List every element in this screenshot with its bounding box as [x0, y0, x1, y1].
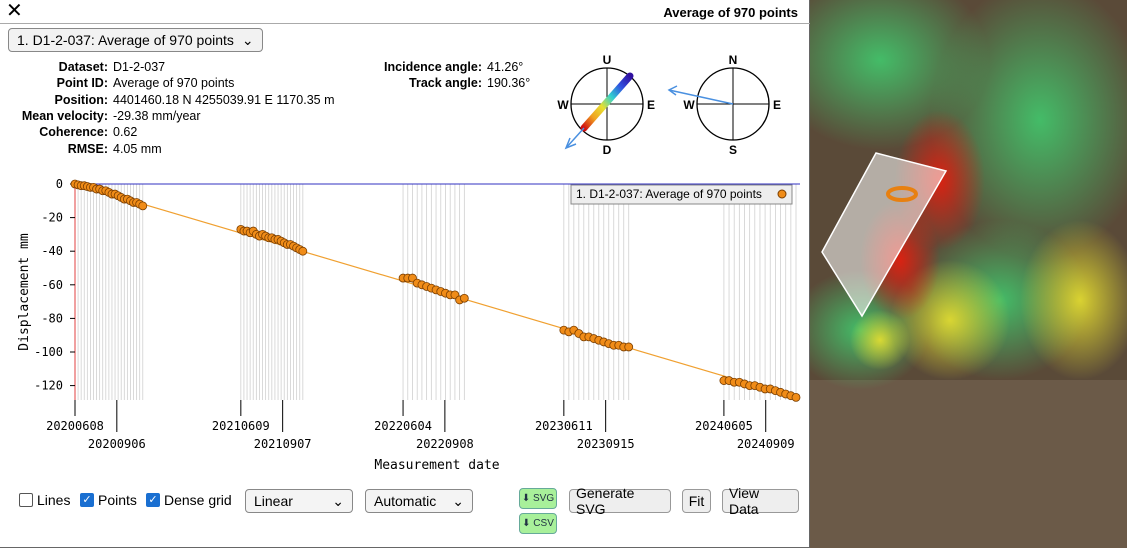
- chart-legend: 1. D1-2-037: Average of 970 points: [570, 184, 793, 205]
- compass-east-label: E: [647, 98, 655, 112]
- legend-label: 1. D1-2-037: Average of 970 points: [576, 187, 762, 201]
- track-label: Track angle:: [409, 76, 482, 90]
- chart-controls: Lines ✓ Points ✓ Dense grid Linear ⌄ Aut…: [0, 485, 810, 546]
- lines-checkbox[interactable]: Lines: [19, 492, 70, 508]
- chevron-down-icon: ⌄: [241, 31, 254, 48]
- track-value: 190.36°: [487, 76, 531, 90]
- points-checkbox-box[interactable]: ✓: [80, 493, 94, 507]
- compass-west-label: W: [557, 98, 569, 112]
- scale-select-value: Linear: [254, 493, 293, 509]
- x-ticks: 20200608 20200906 20210609 20210907 20220604…: [46, 400, 795, 451]
- geometry-info: Incidence angle: 41.26° Track angle: 190…: [0, 60, 570, 100]
- x-tick-label: 20210609: [212, 419, 270, 433]
- x-tick-label: 20240909: [737, 437, 795, 451]
- x-tick-label: 20200608: [46, 419, 104, 433]
- x-tick-label: 20230915: [577, 437, 635, 451]
- coherence-value: 0.62: [113, 125, 138, 139]
- compass-west-label-2: W: [683, 98, 695, 112]
- view-data-button[interactable]: View Data: [722, 485, 799, 517]
- points-checkbox-label: Points: [98, 492, 137, 508]
- data-points: [70, 179, 801, 402]
- compass-north-label: N: [729, 53, 738, 67]
- y-tick-label: -60: [41, 278, 63, 292]
- close-icon[interactable]: ✕: [6, 1, 23, 21]
- rmse-value: 4.05 mm: [113, 142, 162, 156]
- point-info-panel: ✕ Average of 970 points 1. D1-2-037: Ave…: [0, 0, 810, 548]
- point-select[interactable]: 1. D1-2-037: Average of 970 points ⌄: [8, 28, 263, 52]
- data-point: [624, 342, 634, 352]
- vertical-compass: U D W E: [557, 53, 655, 157]
- look-direction-compasses: U D W E N S W E: [557, 53, 781, 157]
- y-tick-label: 0: [56, 177, 63, 191]
- y-ticks: 0 -20 -40 -60 -80 -100 -120: [34, 177, 75, 393]
- coherence-label: Coherence:: [39, 125, 108, 139]
- compass-down-label: D: [603, 143, 612, 157]
- data-point: [298, 246, 308, 256]
- chevron-down-icon: ⌄: [332, 492, 344, 509]
- y-tick-label: -100: [34, 345, 63, 359]
- y-axis-label: Displacement mm: [17, 233, 32, 351]
- points-checkbox[interactable]: ✓ Points: [80, 492, 137, 508]
- velocity-value: -29.38 mm/year: [113, 109, 201, 123]
- compass-up-label: U: [603, 53, 612, 67]
- scale-select[interactable]: Linear ⌄: [245, 489, 353, 513]
- y-tick-label: -80: [41, 311, 63, 325]
- window-title: Average of 970 points: [663, 5, 798, 20]
- download-csv-button[interactable]: ⬇ CSV: [519, 513, 557, 534]
- data-point: [459, 293, 469, 303]
- x-tick-label: 20210907: [254, 437, 312, 451]
- y-tick-label: -40: [41, 244, 63, 258]
- x-tick-label: 20240605: [695, 419, 753, 433]
- x-tick-label: 20220604: [374, 419, 432, 433]
- compass-south-label: S: [729, 143, 737, 157]
- title-bar: ✕ Average of 970 points: [0, 0, 810, 24]
- y-tick-label: -120: [34, 379, 63, 393]
- point-select-value: 1. D1-2-037: Average of 970 points: [17, 32, 234, 48]
- dense-grid-checkbox-box[interactable]: ✓: [146, 493, 160, 507]
- x-tick-label: 20200906: [88, 437, 146, 451]
- axis-range-select-value: Automatic: [374, 493, 437, 509]
- download-svg-button[interactable]: ⬇ SVG: [519, 488, 557, 509]
- generate-svg-button[interactable]: Generate SVG: [569, 485, 671, 517]
- dense-grid-checkbox-label: Dense grid: [164, 492, 232, 508]
- incidence-label: Incidence angle:: [384, 60, 482, 74]
- legend-marker: [777, 189, 787, 199]
- x-tick-label: 20220908: [416, 437, 474, 451]
- data-point: [791, 392, 801, 402]
- incidence-value: 41.26°: [487, 60, 524, 74]
- x-tick-label: 20230611: [535, 419, 593, 433]
- compass-east-label-2: E: [773, 98, 781, 112]
- displacement-chart: 0-20-40-60-80-100-120 202006082020090620…: [17, 177, 801, 473]
- y-tick-label: -20: [41, 211, 63, 225]
- x-axis-label: Measurement date: [374, 458, 499, 473]
- fit-button[interactable]: Fit: [682, 489, 711, 513]
- lines-checkbox-label: Lines: [37, 492, 71, 508]
- chevron-down-icon: ⌄: [452, 492, 464, 509]
- data-point: [138, 201, 148, 211]
- dense-grid-checkbox[interactable]: ✓ Dense grid: [146, 492, 232, 508]
- horizontal-compass: N S W E: [667, 53, 781, 157]
- axis-range-select[interactable]: Automatic ⌄: [365, 489, 473, 513]
- rmse-label: RMSE:: [67, 142, 108, 156]
- velocity-label: Mean velocity:: [21, 109, 108, 123]
- lines-checkbox-box[interactable]: [19, 493, 33, 507]
